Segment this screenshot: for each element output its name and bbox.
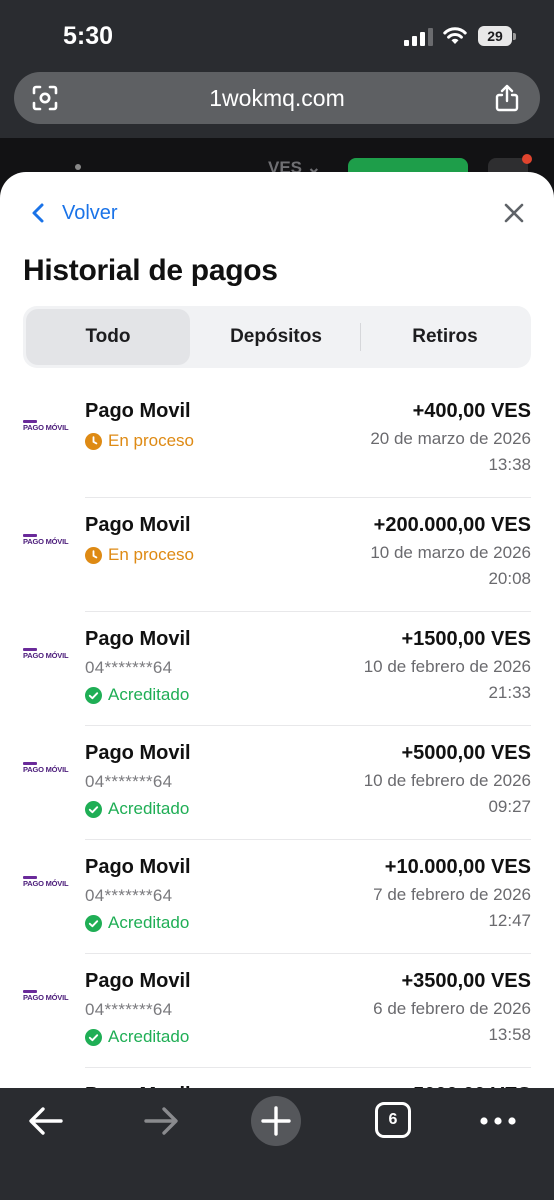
payment-method: Pago Movil: [85, 742, 191, 764]
status-label: Acreditado: [108, 799, 190, 818]
transaction-date: 10 de febrero de 2026: [363, 657, 531, 676]
transaction-row[interactable]: PAGO MÓVIL Pago Movil +5000,00 VES 04******…: [0, 726, 554, 840]
pago-movil-logo: PAGO MÓVIL: [23, 876, 69, 890]
status-label: En proceso: [108, 431, 194, 450]
back-arrow-icon[interactable]: [28, 1106, 64, 1136]
status-label: Acreditado: [108, 685, 190, 704]
url-text[interactable]: 1wokmq.com: [14, 72, 540, 124]
clock-icon: [85, 546, 102, 564]
transaction-time: 13:58: [488, 1025, 531, 1044]
masked-account: 04*******64: [85, 772, 173, 791]
status-label: En proceso: [108, 545, 194, 564]
page-title: Historial de pagos: [23, 254, 278, 287]
transaction-time: 13:38: [488, 455, 531, 474]
logo-text: PAGO MÓVIL: [23, 993, 69, 1002]
status-time: 5:30: [63, 22, 114, 50]
transaction-status: En proceso: [85, 544, 194, 566]
filter-tabs: Todo Depósitos Retiros: [23, 306, 531, 368]
pago-movil-logo: PAGO MÓVIL: [23, 534, 69, 548]
transaction-time: 21:33: [488, 683, 531, 702]
transaction-status: Acreditado: [85, 684, 189, 706]
clock-icon: [85, 432, 102, 450]
check-circle-icon: [85, 686, 102, 704]
tab-retiros[interactable]: Retiros: [362, 309, 528, 365]
transaction-status: Acreditado: [85, 798, 189, 820]
tab-switcher-button[interactable]: 6: [375, 1102, 411, 1138]
transaction-amount: +200.000,00 VES: [373, 514, 531, 536]
transaction-date: 7 de febrero de 2026: [373, 885, 531, 904]
transaction-status: Acreditado: [85, 1026, 189, 1048]
status-label: Acreditado: [108, 1027, 190, 1046]
pago-movil-logo: PAGO MÓVIL: [23, 762, 69, 776]
transaction-date: 20 de marzo de 2026: [370, 429, 531, 448]
transaction-amount: +3500,00 VES: [401, 970, 531, 992]
tab-depositos[interactable]: Depósitos: [193, 309, 359, 365]
payment-method: Pago Movil: [85, 970, 191, 992]
masked-account: 04*******64: [85, 886, 173, 905]
logo-text: PAGO MÓVIL: [23, 765, 69, 774]
new-tab-button[interactable]: [251, 1096, 301, 1146]
check-circle-icon: [85, 1028, 102, 1046]
forward-arrow-icon[interactable]: [143, 1106, 179, 1136]
back-label: Volver: [62, 201, 118, 224]
transaction-row[interactable]: PAGO MÓVIL Pago Movil +3500,00 VES 04******…: [0, 954, 554, 1068]
payment-method: Pago Movil: [85, 628, 191, 650]
battery-level: 29: [487, 28, 503, 44]
tab-divider: [360, 323, 361, 351]
pago-movil-logo: PAGO MÓVIL: [23, 990, 69, 1004]
pago-movil-logo: PAGO MÓVIL: [23, 648, 69, 662]
browser-toolbar: 6: [0, 1088, 554, 1200]
masked-account: 04*******64: [85, 1000, 173, 1019]
transaction-time: 20:08: [488, 569, 531, 588]
payment-method: Pago Movil: [85, 400, 191, 422]
transaction-row[interactable]: PAGO MÓVIL Pago Movil +1500,00 VES 04******…: [0, 612, 554, 726]
close-icon[interactable]: [502, 201, 526, 225]
status-bar: 5:30 29: [0, 0, 554, 70]
payment-method: Pago Movil: [85, 514, 191, 536]
transaction-row[interactable]: PAGO MÓVIL Pago Movil +200.000,00 VES En pr…: [0, 498, 554, 612]
payment-history-sheet: Volver Historial de pagos Todo Depósitos…: [0, 172, 554, 1200]
battery-icon: 29: [478, 26, 516, 46]
wifi-icon: [443, 27, 467, 44]
transaction-time: 09:27: [488, 797, 531, 816]
logo-text: PAGO MÓVIL: [23, 423, 69, 432]
plus-icon: [261, 1106, 291, 1136]
transaction-row[interactable]: PAGO MÓVIL Pago Movil +400,00 VES En proces…: [0, 384, 554, 498]
chevron-left-icon: [32, 203, 44, 223]
address-bar[interactable]: 1wokmq.com: [14, 72, 540, 124]
transaction-amount: +400,00 VES: [412, 400, 531, 422]
status-label: Acreditado: [108, 913, 190, 932]
transaction-status: Acreditado: [85, 912, 189, 934]
logo-text: PAGO MÓVIL: [23, 879, 69, 888]
transaction-amount: +10.000,00 VES: [384, 856, 531, 878]
transaction-amount: +1500,00 VES: [401, 628, 531, 650]
transaction-date: 10 de marzo de 2026: [370, 543, 531, 562]
check-circle-icon: [85, 800, 102, 818]
background-notification-dot: [522, 154, 532, 164]
transaction-date: 6 de febrero de 2026: [373, 999, 531, 1018]
masked-account: 04*******64: [85, 658, 173, 677]
share-icon[interactable]: [494, 84, 520, 112]
transaction-time: 12:47: [488, 911, 531, 930]
logo-text: PAGO MÓVIL: [23, 651, 69, 660]
cellular-signal-icon: [404, 28, 433, 46]
pago-movil-logo: PAGO MÓVIL: [23, 420, 69, 434]
background-dot: [75, 164, 81, 170]
payment-method: Pago Movil: [85, 856, 191, 878]
tab-todo[interactable]: Todo: [26, 309, 190, 365]
transaction-status: En proceso: [85, 430, 194, 452]
more-icon[interactable]: [480, 1117, 516, 1125]
transaction-amount: +5000,00 VES: [401, 742, 531, 764]
check-circle-icon: [85, 914, 102, 932]
transaction-row[interactable]: PAGO MÓVIL Pago Movil +10.000,00 VES 04****…: [0, 840, 554, 954]
back-button[interactable]: Volver: [30, 198, 118, 228]
logo-text: PAGO MÓVIL: [23, 537, 69, 546]
transaction-date: 10 de febrero de 2026: [363, 771, 531, 790]
